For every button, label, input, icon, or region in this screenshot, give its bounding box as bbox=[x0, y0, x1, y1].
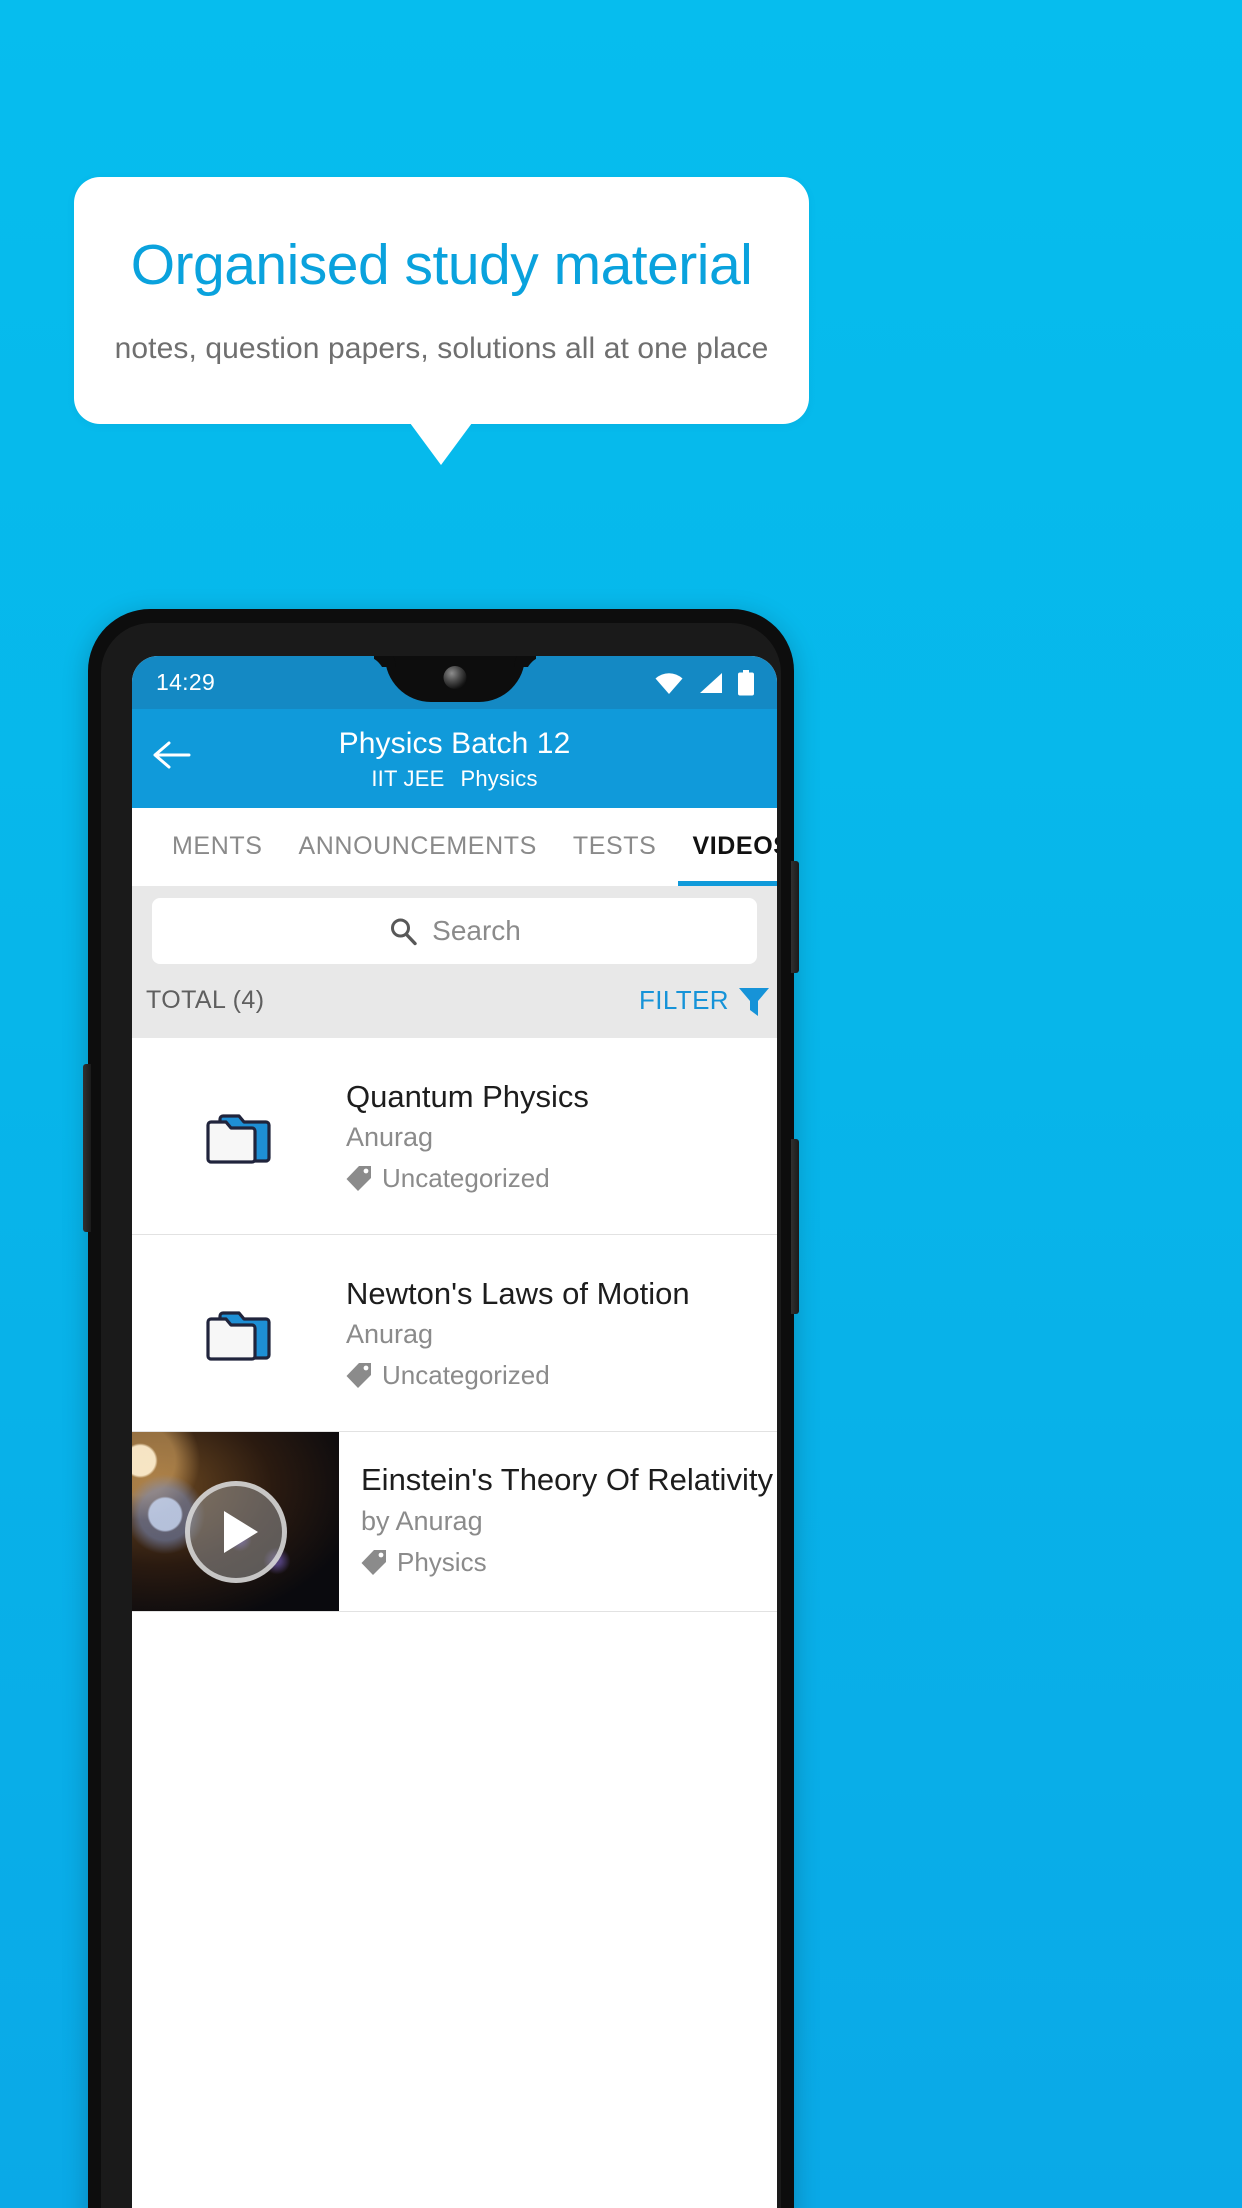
front-camera-icon bbox=[443, 666, 466, 689]
phone-power-button[interactable] bbox=[791, 1139, 799, 1314]
play-triangle bbox=[224, 1510, 258, 1553]
search-section: Search bbox=[132, 885, 777, 964]
list-item-title: Newton's Laws of Motion bbox=[346, 1275, 690, 1311]
tab-bar: MENTS ANNOUNCEMENTS TESTS VIDEOS bbox=[132, 807, 777, 886]
phone-left-button[interactable] bbox=[83, 1064, 91, 1232]
tag-icon bbox=[346, 1362, 372, 1389]
search-placeholder: Search bbox=[432, 914, 521, 946]
search-input[interactable]: Search bbox=[152, 897, 757, 964]
promo-screenshot: Organised study material notes, question… bbox=[0, 0, 1242, 2208]
list-item-tagline: Physics bbox=[361, 1548, 763, 1577]
tag-icon bbox=[361, 1549, 387, 1576]
promo-subheadline: notes, question papers, solutions all at… bbox=[114, 331, 769, 365]
list-item-body: Quantum Physics Anurag Uncategorized bbox=[346, 1079, 777, 1193]
list-item-tagline: Uncategorized bbox=[346, 1164, 763, 1193]
video-thumbnail[interactable] bbox=[132, 1431, 339, 1611]
list-item-body: Einstein's Theory Of Relativity by Anura… bbox=[339, 1432, 777, 1611]
list-item-tagline: Uncategorized bbox=[346, 1361, 763, 1390]
promo-headline: Organised study material bbox=[130, 233, 753, 298]
promo-callout-card: Organised study material notes, question… bbox=[74, 177, 809, 424]
filter-label: FILTER bbox=[638, 985, 729, 1015]
folder-icon bbox=[132, 1297, 346, 1369]
callout-tail bbox=[410, 423, 472, 465]
tag-icon bbox=[346, 1165, 372, 1192]
list-toolbar: TOTAL (4) FILTER bbox=[132, 963, 777, 1038]
list-item[interactable]: Newton's Laws of Motion Anurag Uncategor… bbox=[132, 1235, 777, 1432]
tab-label: ANNOUNCEMENTS bbox=[298, 832, 537, 860]
folder-icon bbox=[132, 1100, 346, 1172]
list-item-tag: Uncategorized bbox=[382, 1162, 550, 1193]
list-item[interactable]: Quantum Physics Anurag Uncategorized bbox=[132, 1038, 777, 1235]
phone-screen: 14:29 Physics Batch 12 IIT JEE Physics M… bbox=[132, 656, 777, 2208]
list-item-title: Einstein's Theory Of Relativity bbox=[361, 1461, 773, 1497]
list-item-author: Anurag bbox=[346, 1122, 434, 1153]
phone-volume-button[interactable] bbox=[791, 861, 799, 973]
list-item[interactable]: Einstein's Theory Of Relativity by Anura… bbox=[132, 1431, 777, 1612]
app-bar: Physics Batch 12 IIT JEE Physics bbox=[132, 709, 777, 808]
filter-button[interactable]: FILTER bbox=[639, 984, 773, 1018]
tab-label: VIDEOS bbox=[692, 832, 777, 860]
tab-ments[interactable]: MENTS bbox=[154, 808, 281, 886]
search-icon bbox=[388, 916, 418, 946]
subtitle-exam: IIT JEE bbox=[371, 765, 445, 791]
status-clock: 14:29 bbox=[156, 669, 216, 695]
total-count-label: TOTAL (4) bbox=[146, 986, 265, 1014]
wifi-icon bbox=[654, 671, 684, 695]
tab-videos[interactable]: VIDEOS bbox=[674, 808, 777, 886]
tab-tests[interactable]: TESTS bbox=[555, 808, 675, 886]
status-icon-group bbox=[654, 669, 755, 696]
page-title: Physics Batch 12 bbox=[338, 727, 571, 760]
subtitle-subject: Physics bbox=[460, 765, 538, 791]
list-item-body: Newton's Laws of Motion Anurag Uncategor… bbox=[346, 1276, 777, 1390]
back-arrow-icon[interactable] bbox=[152, 735, 192, 775]
tab-label: TESTS bbox=[572, 832, 657, 860]
list-item-title: Quantum Physics bbox=[346, 1078, 589, 1114]
list-item-author: by Anurag bbox=[361, 1506, 483, 1537]
battery-icon bbox=[737, 669, 755, 696]
phone-bezel: 14:29 Physics Batch 12 IIT JEE Physics M… bbox=[101, 623, 781, 2208]
tab-announcements[interactable]: ANNOUNCEMENTS bbox=[281, 808, 555, 886]
phone-mockup: 14:29 Physics Batch 12 IIT JEE Physics M… bbox=[83, 609, 799, 2208]
page-subtitle: IIT JEE Physics bbox=[132, 766, 777, 792]
tab-label: MENTS bbox=[172, 832, 263, 860]
camera-notch bbox=[384, 656, 525, 702]
list-item-tag: Uncategorized bbox=[382, 1359, 550, 1390]
status-bar: 14:29 bbox=[132, 656, 777, 709]
list-item-tag: Physics bbox=[397, 1547, 487, 1578]
content-list: Quantum Physics Anurag Uncategorized New… bbox=[132, 1037, 777, 1612]
signal-icon bbox=[697, 671, 724, 695]
play-icon[interactable] bbox=[184, 1480, 287, 1583]
filter-funnel-icon bbox=[737, 984, 771, 1018]
list-item-author: Anurag bbox=[346, 1319, 434, 1350]
